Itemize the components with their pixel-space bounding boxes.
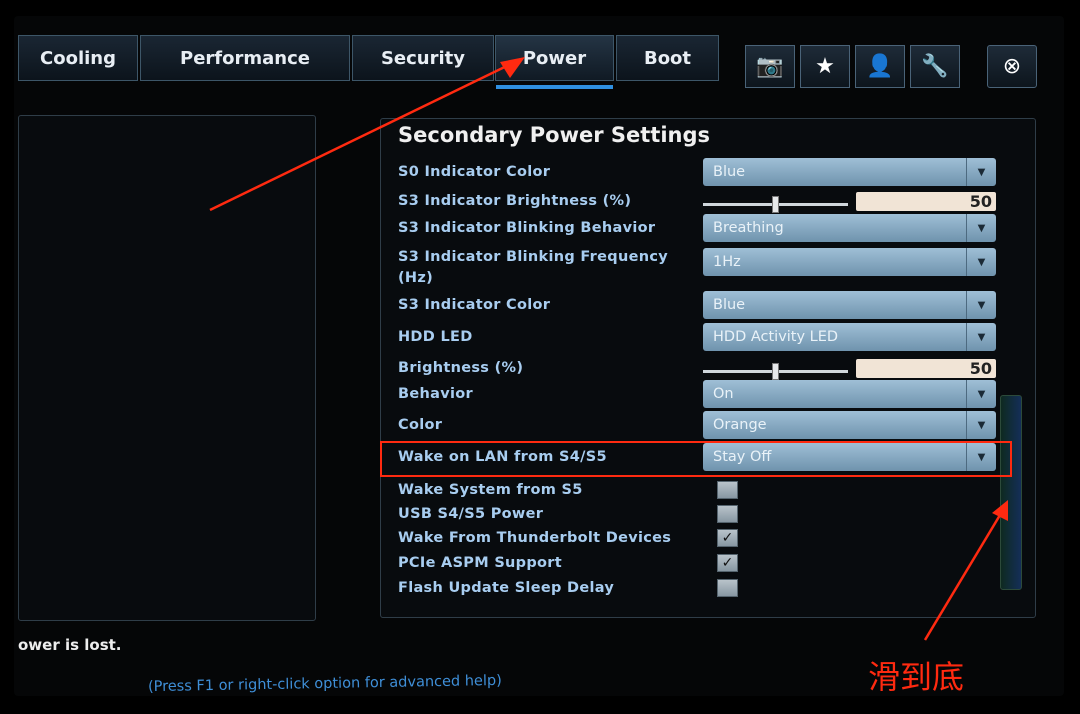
arrow-to-scrollbar bbox=[923, 509, 1005, 641]
annotation-arrows bbox=[209, 57, 1008, 641]
arrowhead bbox=[992, 500, 1008, 521]
arrowhead bbox=[500, 57, 525, 78]
arrow-to-power-tab bbox=[209, 60, 516, 212]
